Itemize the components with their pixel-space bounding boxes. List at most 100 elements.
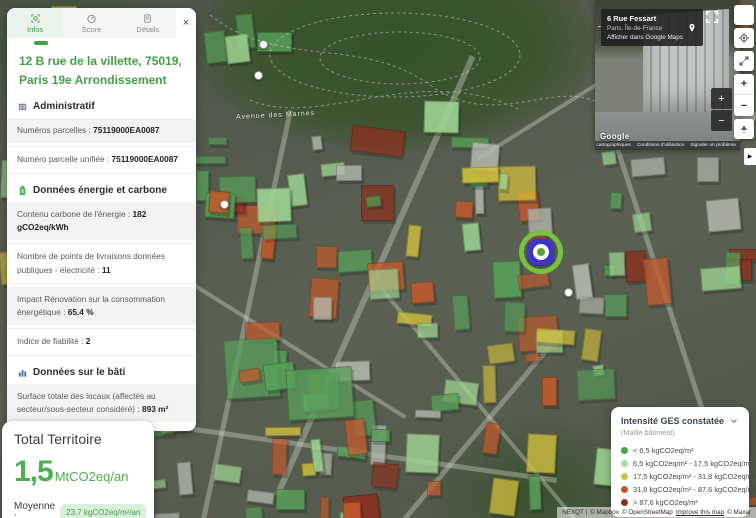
map-building [313,297,332,320]
selected-location-marker[interactable] [519,230,563,274]
map-building [350,125,406,157]
info-row-indice-fiabilite: Indice de fiabilité : 2 [7,328,196,355]
section-title: Données sur le bâti [33,367,125,378]
legend-color-dot [621,499,628,506]
streetview-region: Paris, Île-de-France [607,25,684,32]
total-territoire-card: Total Territoire 1,5 MtCO2eq/an Moyenne … [2,421,154,518]
map-building [697,157,719,182]
tab-label: Infos [27,25,43,34]
map-building [286,366,355,421]
map-building [536,328,576,346]
map-poi-icon[interactable] [564,288,573,297]
geolocate-button[interactable] [734,28,754,48]
streetview-zoom-out-button[interactable]: − [711,110,732,131]
fullscreen-map-button[interactable] [734,51,754,71]
map-building [311,135,323,150]
info-row-points-livraison: Nombre de points de livraisons données p… [7,243,196,284]
viewfinder-icon [30,13,41,24]
map-building [368,268,400,300]
map-poi-icon[interactable] [254,71,263,80]
map-poi-icon[interactable] [259,40,268,49]
streetview-zoom-controls: + − [711,88,732,131]
info-row-parcelle-unifiee: Numéro parcelle unifiée : 75119000EA0087 [7,146,196,173]
map-building [344,418,368,456]
average-label: Moyenne : [14,501,55,518]
improve-map-link[interactable]: Improve this map [676,509,724,516]
map-building [482,365,496,403]
map-building [462,222,482,252]
gauge-icon [86,13,97,24]
section-energie-carbone: Données énergie et carbone [7,177,196,199]
panel-tabbar: Infos Score Détails × [7,8,196,38]
tab-score[interactable]: Score [63,8,119,38]
marker-dot [537,248,545,256]
attribution-osm[interactable]: © OpenStreetMap [622,509,673,516]
map-building [424,101,460,134]
attribution-mapbox[interactable]: © Mapbox [590,509,619,516]
building-admin-icon [17,101,28,112]
map-building [576,368,616,401]
tilt-triangle-icon [738,123,750,135]
crosshair-icon [738,32,750,44]
map-building [405,224,421,257]
battery-energy-icon [17,185,28,196]
map-building [238,368,261,384]
document-icon [142,13,153,24]
map-building [601,150,617,166]
tab-details[interactable]: Détails [120,8,176,38]
map-building [203,30,227,64]
map-building [609,252,626,276]
tab-label: Détails [136,25,159,34]
map-poi-icon[interactable] [220,200,229,209]
tilt-button[interactable] [734,119,754,139]
legend-color-dot [621,473,628,480]
legend-title: Intensité GES constatée [621,416,724,426]
map-building [572,263,594,300]
map-building [475,185,485,214]
map-building [336,165,362,181]
map-building [487,342,515,364]
zoom-out-button[interactable]: − [734,95,754,116]
legend-color-dot [621,460,628,467]
bar-chart-icon [17,367,28,378]
map-building [155,512,181,518]
streetview-address-card: 6 Rue Fessart Paris, Île-de-France Affic… [601,9,703,46]
map-style-button[interactable] [734,5,754,25]
zoom-in-button[interactable]: + [734,74,754,95]
map-building [542,377,557,406]
info-row-surface-totale: Surface totale des locaux (affectés au s… [7,384,196,423]
chevron-down-icon[interactable] [729,416,739,426]
map-building [630,157,665,178]
map-building [706,197,742,232]
tab-infos[interactable]: Infos [7,8,63,38]
streetview-collapse-button[interactable]: ▶ [744,148,756,165]
section-donnees-bati: Données sur le bâti [7,359,196,381]
footer-link-cartographiques[interactable]: cartographiques [596,143,630,148]
map-building [213,463,242,484]
location-pin-icon [687,14,697,41]
footer-link-conditions[interactable]: Conditions d'utilisation [637,143,685,148]
streetview-footer: cartographiques Conditions d'utilisation… [595,141,740,150]
map-building [276,489,305,510]
close-panel-button[interactable]: × [176,8,196,38]
streetview-fullscreen-button[interactable] [704,9,720,25]
map-building [498,173,508,191]
expand-arrows-icon [738,55,750,67]
map-building [504,302,526,333]
streetview-zoom-in-button[interactable]: + [711,88,732,109]
legend-item: < 6,5 kgCO2eq/m² [621,444,739,457]
google-logo: Google [600,132,629,141]
map-building [430,393,459,412]
open-in-google-maps-link[interactable]: Afficher dans Google Maps [607,34,684,41]
map-controls: + − [734,5,754,139]
footer-link-signaler[interactable]: Signaler un problème [690,143,736,148]
legend-items: < 6,5 kgCO2eq/m² 6,5 kgCO2eq/m² - 17,5 k… [621,444,739,509]
streetview-panel[interactable]: ← 6 Rue Fessart Paris, Île-de-France Aff… [595,0,740,150]
map-building [528,476,541,510]
info-row-contenu-carbone: Contenu carbone de l'énergie : 182 gCO2e… [7,202,196,241]
marker-ring [533,244,549,260]
close-icon: × [183,17,189,29]
map-building [256,187,291,222]
map-building [525,352,541,363]
selected-address-title: 12 B rue de la villette, 75019, Paris 19… [7,44,196,93]
